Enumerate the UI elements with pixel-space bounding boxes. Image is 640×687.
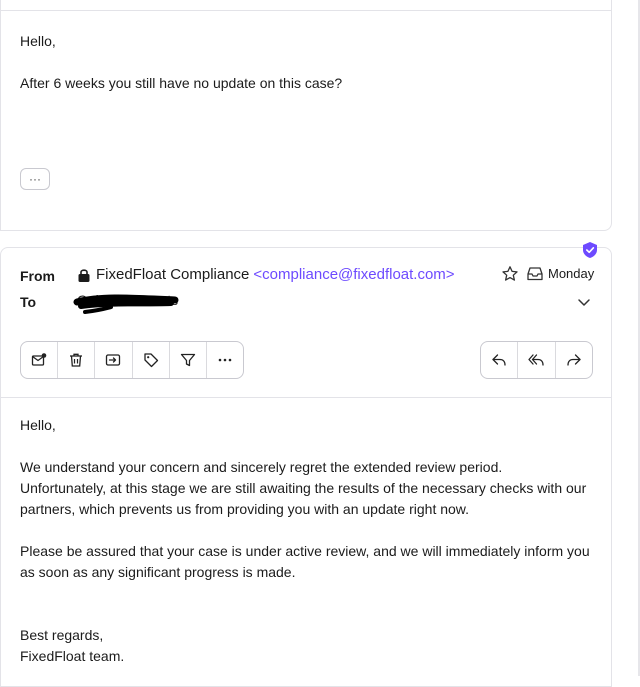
- mark-unread-button[interactable]: [21, 342, 59, 378]
- previous-message-card: Hello, After 6 weeks you still have no u…: [0, 0, 612, 231]
- sender[interactable]: FixedFloat Compliance <compliance@fixedf…: [77, 266, 455, 283]
- trash-icon: [70, 353, 83, 367]
- message-actions-toolbar: [20, 341, 244, 379]
- inbox-icon: [527, 266, 543, 280]
- move-to-folder-button[interactable]: [95, 342, 133, 378]
- sender-email[interactable]: <compliance@fixedfloat.com>: [253, 266, 454, 283]
- reply-all-button[interactable]: [518, 342, 556, 378]
- previous-message-body: Hello, After 6 weeks you still have no u…: [20, 33, 343, 91]
- reply-button[interactable]: [481, 342, 519, 378]
- label-button[interactable]: [133, 342, 170, 378]
- divider: [1, 10, 611, 11]
- reply-actions-toolbar: [480, 341, 593, 379]
- forward-icon: [567, 354, 581, 366]
- message-date: Monday: [527, 266, 594, 281]
- mark-unread-icon: [31, 353, 47, 366]
- label-tag-icon: [143, 353, 158, 368]
- filter-icon: [180, 353, 195, 367]
- divider: [1, 397, 611, 398]
- date-label: Monday: [548, 266, 595, 281]
- move-to-folder-icon: [106, 354, 121, 366]
- forward-button[interactable]: [556, 342, 592, 378]
- chevron-down-icon[interactable]: [577, 295, 591, 309]
- lock-icon: [78, 268, 90, 282]
- redaction-scribble: [73, 294, 179, 314]
- delete-button[interactable]: [58, 342, 96, 378]
- filter-button[interactable]: [170, 342, 207, 378]
- reply-all-icon: [528, 354, 545, 366]
- message-body: Hello, We understand your concern and si…: [20, 417, 590, 664]
- sender-name[interactable]: FixedFloat Compliance: [96, 266, 249, 283]
- star-icon[interactable]: [501, 265, 519, 283]
- message-card: From To FixedFloat Compliance <complianc…: [0, 242, 612, 687]
- more-options-button[interactable]: [207, 342, 243, 378]
- reply-icon: [492, 354, 506, 366]
- show-quoted-button[interactable]: ···: [20, 168, 50, 190]
- more-options-icon: [218, 358, 232, 362]
- to-label: To: [20, 294, 37, 310]
- from-label: From: [20, 268, 55, 284]
- scrollbar[interactable]: [614, 0, 640, 676]
- verified-shield-icon: [583, 242, 597, 258]
